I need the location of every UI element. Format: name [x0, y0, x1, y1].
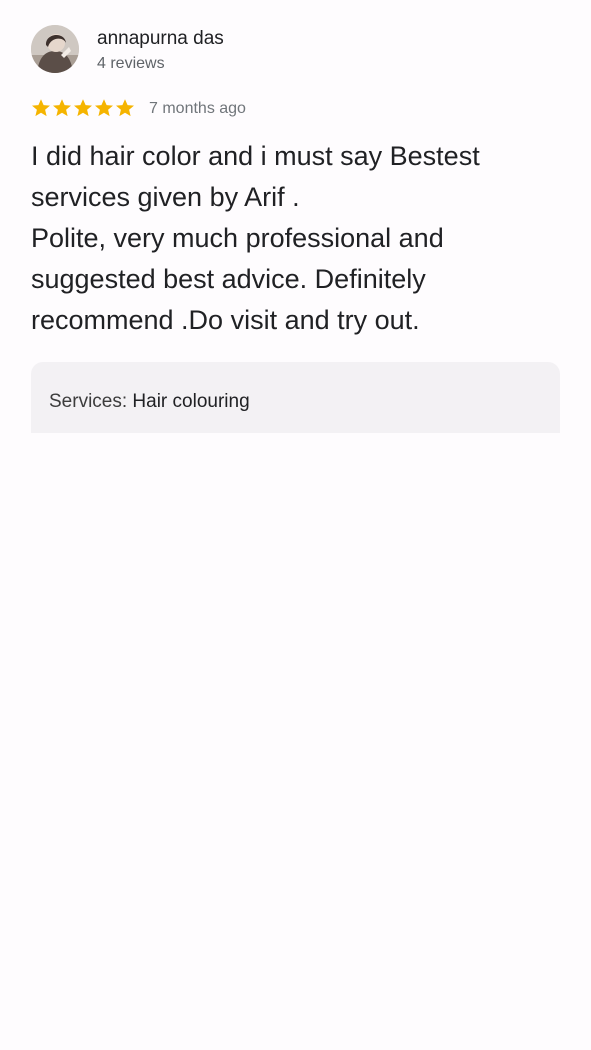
rating-row: 7 months ago [31, 98, 431, 124]
review-time: 7 months ago [149, 100, 246, 117]
review-text-line-1: I did hair color and i must say Bestest … [31, 141, 480, 212]
review-header: annapurna das 4 reviews [31, 25, 571, 75]
star-icon [73, 98, 93, 118]
review-text-line-2: Polite, very much professional and sugge… [31, 223, 444, 335]
star-rating [31, 98, 136, 122]
star-icon [115, 98, 135, 118]
author-name[interactable]: annapurna das [97, 28, 224, 50]
star-icon [94, 98, 114, 118]
services-label: Services: [49, 391, 128, 412]
services-box: Services: Hair colouring [31, 362, 560, 433]
star-icon [52, 98, 72, 118]
star-icon [31, 98, 51, 118]
services-value: Hair colouring [132, 391, 250, 412]
services-line: Services: Hair colouring [49, 391, 250, 413]
author-avatar[interactable] [31, 25, 79, 73]
review-text: I did hair color and i must say Bestest … [31, 136, 561, 341]
author-reviews-count: 4 reviews [97, 55, 165, 72]
avatar-photo-icon [31, 25, 79, 73]
